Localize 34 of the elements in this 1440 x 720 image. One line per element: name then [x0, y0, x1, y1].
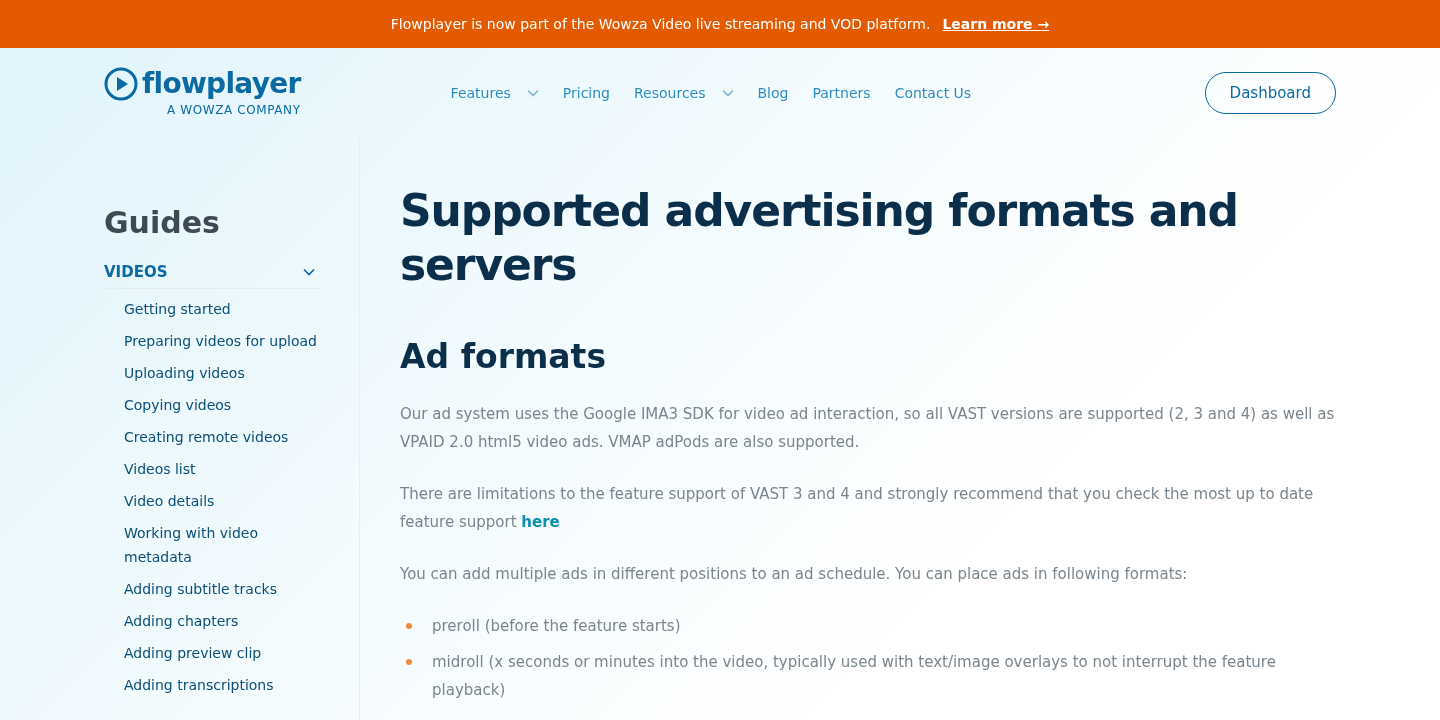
flowplayer-logo[interactable]: flowplayer A WOWZA COMPANY	[104, 67, 301, 119]
chevron-down-icon	[721, 89, 734, 97]
sidebar-link[interactable]: Preparing videos for upload	[124, 328, 319, 353]
nav-link[interactable]: Pricing	[562, 82, 610, 104]
paragraph: There are limitations to the feature support of VAST 3 and 4 and strongly recommend that you check the most up to date feature support here	[400, 483, 1315, 533]
page-title: Supported advertising formats and servers	[400, 184, 1239, 292]
paragraph: You can add multiple ads in different positions to an ad schedule. You can place ads in following formats:	[400, 563, 1189, 585]
section-heading: Ad formats	[400, 336, 608, 378]
sidebar-link[interactable]: Adding subtitle tracks	[124, 576, 319, 601]
sidebar-link[interactable]: Adding transcriptions	[124, 672, 319, 697]
sidebar-link[interactable]: Videos list	[124, 456, 319, 481]
learn-more-link[interactable]: Learn more →	[942, 13, 1050, 35]
play-circle-icon	[104, 67, 138, 101]
sidebar-link[interactable]: Working with video metadata	[124, 520, 319, 569]
paragraph: Our ad system uses the Google IMA3 SDK for video ad interaction, so all VAST versions are supported (2, 3 and 4) as well as VPAID 2.0 html5 video ads. VMAP adPods are also supported.	[400, 403, 1336, 453]
section-toggle[interactable]: VIDEOS	[104, 261, 319, 289]
sidebar-title: Guides	[104, 204, 221, 242]
nav-link[interactable]: Resources	[634, 82, 734, 104]
here-link[interactable]: here	[521, 512, 560, 531]
banner-text: Flowplayer is now part of the Wowza Video live streaming and VOD platform.	[390, 14, 931, 34]
sidebar-link[interactable]: Video details	[124, 488, 319, 513]
chevron-down-icon	[526, 89, 539, 97]
sidebar-link[interactable]: Adding chapters	[124, 608, 319, 633]
sidebar-link[interactable]: Creating remote videos	[124, 424, 319, 449]
sidebar-link[interactable]: Uploading videos	[124, 360, 319, 385]
sidebar-link[interactable]: Adding preview clip	[124, 640, 319, 665]
sidebar-link[interactable]: Getting started	[124, 296, 319, 321]
list-item: preroll (before the feature starts)	[432, 615, 681, 637]
nav-link[interactable]: Blog	[757, 82, 789, 104]
nav-link[interactable]: Contact Us	[894, 82, 972, 104]
nav-link[interactable]: Partners	[812, 82, 871, 104]
sidebar-link[interactable]: Copying videos	[124, 392, 319, 417]
list-item: midroll (x seconds or minutes into the video, typically used with text/image overlays to not interrupt the feature playback)	[432, 651, 1277, 701]
chevron-down-icon	[303, 268, 315, 277]
